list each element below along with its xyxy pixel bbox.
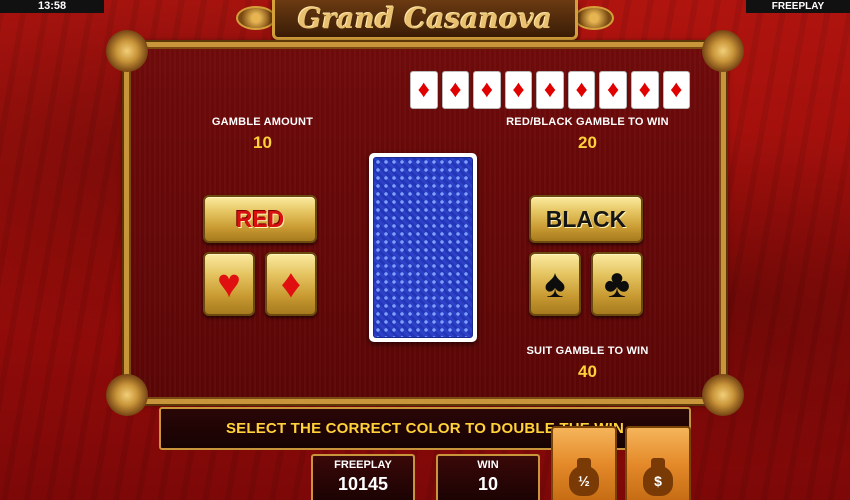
- freeplay-balance-value: 10145: [337, 474, 389, 494]
- title-ornament-left-icon: [236, 6, 276, 30]
- mode-indicator: FREEPLAY: [746, 0, 850, 13]
- spade-button[interactable]: ♠: [529, 252, 581, 316]
- diamond-button[interactable]: ♦: [265, 252, 317, 316]
- history-card-diamond-icon: ♦: [567, 71, 596, 109]
- history-card-diamond-icon: ♦: [630, 71, 659, 109]
- suit-win-value: 40: [578, 362, 597, 381]
- title-ornament-right-icon: [574, 6, 614, 30]
- gamble-amount-value: 10: [253, 133, 272, 152]
- collect-button[interactable]: $: [625, 426, 691, 500]
- black-button-label: BLACK: [545, 205, 627, 232]
- history-card-diamond-icon: ♦: [536, 71, 564, 109]
- ornament-corner-top-right-icon: [702, 30, 744, 72]
- face-down-card: [369, 153, 477, 342]
- red-button[interactable]: RED: [203, 195, 317, 243]
- gamble-amount-label: GAMBLE AMOUNT: [211, 116, 314, 128]
- diamond-icon: ♦: [280, 262, 302, 306]
- heart-button[interactable]: ♥: [203, 252, 255, 316]
- dollar-symbol: $: [643, 466, 673, 496]
- heart-icon: ♥: [217, 262, 241, 306]
- red-black-win-label: RED/BLACK GAMBLE TO WIN: [506, 116, 669, 128]
- win-value: 10: [477, 474, 499, 494]
- history-card-diamond-icon: ♦: [441, 71, 470, 109]
- card-back-pattern: [373, 157, 473, 338]
- freeplay-balance-label: FREEPLAY: [334, 459, 392, 471]
- win-label: WIN: [477, 459, 499, 471]
- clock: 13:58: [0, 0, 104, 13]
- suit-win-label: SUIT GAMBLE TO WIN: [526, 345, 649, 357]
- money-bag-dollar-icon: $: [641, 456, 675, 496]
- history-card-diamond-icon: ♦: [662, 71, 691, 109]
- half-gamble-button[interactable]: ½: [551, 426, 617, 500]
- history-card-diamond-icon: ♦: [410, 71, 438, 109]
- game-title: Grand Casanova: [297, 2, 553, 35]
- win-display: WIN 10: [436, 454, 540, 500]
- history-card-diamond-icon: ♦: [599, 71, 627, 109]
- red-button-label: RED: [235, 205, 285, 232]
- history-card-diamond-icon: ♦: [473, 71, 501, 109]
- half-symbol: ½: [569, 466, 599, 496]
- ornament-corner-bottom-right-icon: [702, 374, 744, 416]
- freeplay-balance: FREEPLAY 10145: [311, 454, 415, 500]
- spade-icon: ♠: [544, 262, 566, 306]
- black-button[interactable]: BLACK: [529, 195, 643, 243]
- red-black-win-value: 20: [578, 133, 597, 152]
- club-icon: ♣: [603, 262, 631, 306]
- ornament-corner-bottom-left-icon: [106, 374, 148, 416]
- history-card-diamond-icon: ♦: [504, 71, 533, 109]
- game-title-plaque: Grand Casanova: [272, 0, 578, 40]
- money-bag-half-icon: ½: [567, 456, 601, 496]
- club-button[interactable]: ♣: [591, 252, 643, 316]
- ornament-corner-top-left-icon: [106, 30, 148, 72]
- card-history: ♦ ♦ ♦ ♦ ♦ ♦ ♦ ♦ ♦: [410, 71, 691, 109]
